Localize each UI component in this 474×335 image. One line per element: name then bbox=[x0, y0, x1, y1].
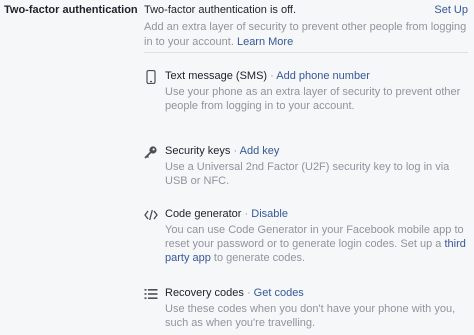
add-key-link[interactable]: Add key bbox=[240, 145, 280, 157]
separator-dot: · bbox=[233, 145, 238, 157]
learn-more-link[interactable]: Learn More bbox=[237, 36, 293, 48]
method-title-row: Text message (SMS) · Add phone number bbox=[165, 70, 370, 82]
divider bbox=[144, 52, 468, 53]
code-generator-desc-tail: to generate codes. bbox=[210, 252, 306, 264]
sms-title: Text message (SMS) bbox=[165, 70, 268, 82]
separator-dot: · bbox=[270, 70, 274, 82]
code-generator-description: You can use Code Generator in your Faceb… bbox=[165, 223, 470, 265]
separator-dot: · bbox=[244, 208, 249, 220]
status-text: Two-factor authentication is off. bbox=[144, 4, 297, 16]
recovery-codes-description: Use these codes when you don't have your… bbox=[165, 303, 456, 329]
security-keys-title: Security keys bbox=[165, 145, 231, 157]
method-title-row: Code generator · Disable bbox=[165, 208, 288, 220]
code-generator-desc-text: You can use Code Generator in your Faceb… bbox=[165, 224, 464, 250]
disable-link[interactable]: Disable bbox=[251, 208, 288, 220]
security-keys-description: Use a Universal 2nd Factor (U2F) securit… bbox=[165, 161, 450, 187]
key-icon bbox=[144, 145, 158, 159]
sms-description: Use your phone as an extra layer of secu… bbox=[165, 86, 461, 112]
separator-dot: · bbox=[246, 287, 251, 299]
intro-text: Add an extra layer of security to preven… bbox=[144, 20, 468, 50]
list-icon bbox=[144, 287, 158, 301]
get-codes-link[interactable]: Get codes bbox=[254, 287, 304, 299]
method-title-row: Recovery codes · Get codes bbox=[165, 287, 304, 299]
intro-description: Add an extra layer of security to preven… bbox=[144, 21, 467, 48]
add-phone-number-link[interactable]: Add phone number bbox=[276, 70, 370, 82]
section-label: Two-factor authentication bbox=[4, 4, 138, 16]
set-up-link[interactable]: Set Up bbox=[434, 4, 468, 16]
code-generator-title: Code generator bbox=[165, 208, 242, 220]
method-title-row: Security keys · Add key bbox=[165, 145, 279, 157]
status-row: Two-factor authentication is off. Set Up bbox=[144, 4, 468, 20]
phone-icon bbox=[144, 70, 158, 84]
code-icon bbox=[144, 208, 158, 222]
recovery-codes-title: Recovery codes bbox=[165, 287, 244, 299]
